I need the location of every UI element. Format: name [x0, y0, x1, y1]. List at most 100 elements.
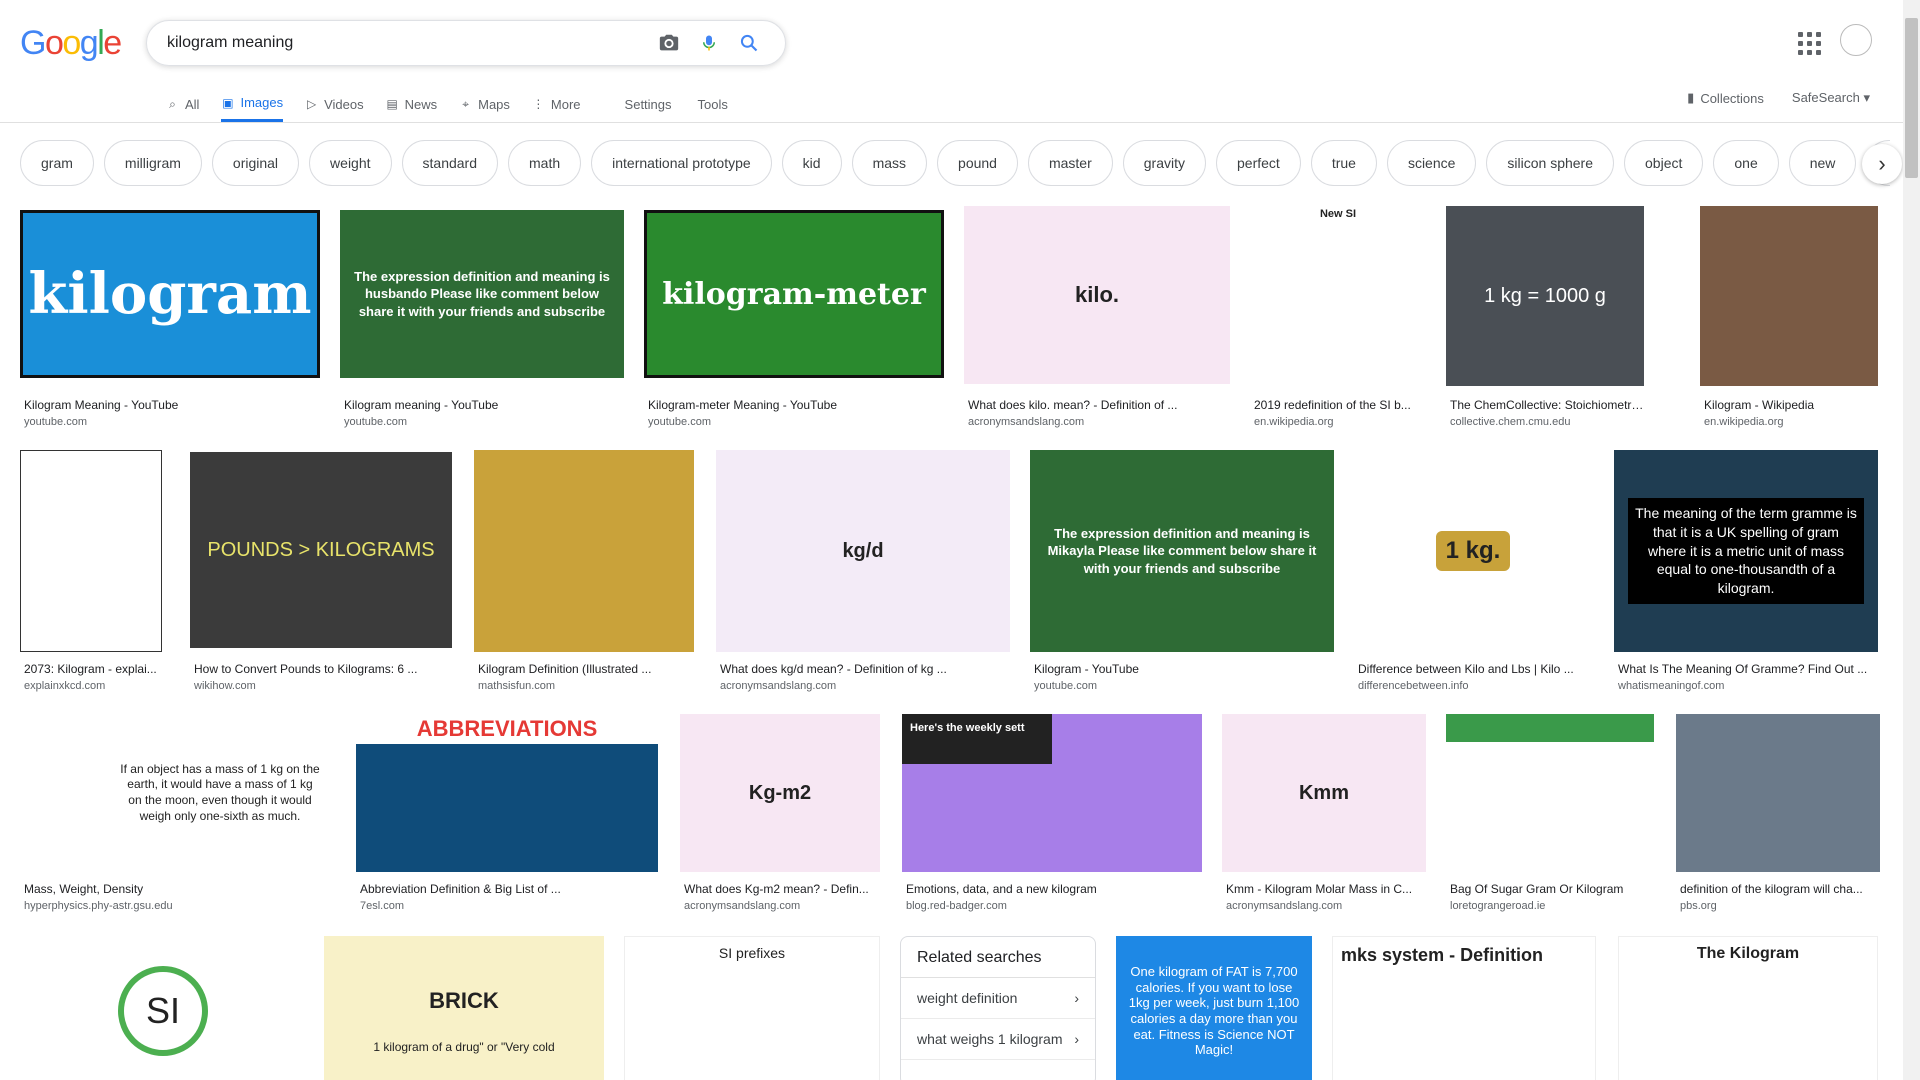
result-source: differencebetween.info — [1358, 680, 1469, 692]
camera-icon[interactable] — [649, 23, 689, 63]
chip[interactable]: kid — [781, 140, 842, 186]
thumb-text: ABBREVIATIONS — [356, 714, 658, 744]
image-result[interactable]: New SI 2019 redefinition of the SI b... … — [1250, 206, 1426, 440]
result-source: wikihow.com — [194, 680, 256, 692]
thumb-text: Kmm — [1298, 781, 1349, 804]
apps-grid-icon[interactable] — [1796, 30, 1821, 55]
image-result[interactable]: Kg-m2 What does Kg-m2 mean? - Defin... a… — [680, 714, 880, 914]
thumb-text: The expression definition and meaning is… — [1047, 525, 1317, 576]
vertical-scrollbar[interactable] — [1903, 0, 1920, 1080]
tab-news[interactable]: ▤ News — [386, 86, 437, 122]
chip[interactable]: master — [1027, 140, 1113, 186]
result-source: explainxkcd.com — [24, 680, 106, 692]
image-result[interactable]: Here's the weekly sett Emotions, data, a… — [902, 714, 1202, 914]
result-thumbnail — [1700, 206, 1878, 386]
tab-more[interactable]: ⋮ More — [532, 86, 580, 122]
collections-label: Collections — [1700, 90, 1764, 106]
image-result[interactable]: ABBREVIATIONS Abbreviation Definition & … — [356, 714, 658, 914]
image-result[interactable]: kilogram-meter Kilogram-meter Meaning - … — [644, 210, 944, 440]
tab-maps[interactable]: ⌖ Maps — [459, 86, 510, 122]
chip[interactable]: gravity — [1122, 140, 1206, 186]
chip[interactable]: math — [508, 140, 582, 186]
chip[interactable]: standard — [401, 140, 498, 186]
related-item[interactable]: what weighs 1 kilogram › — [901, 1019, 1095, 1060]
result-thumbnail: Kmm — [1222, 714, 1426, 872]
account-avatar[interactable] — [1840, 24, 1872, 56]
result-caption: What Is The Meaning Of Gramme? Find Out … — [1618, 662, 1868, 676]
chip[interactable]: mass — [851, 140, 928, 186]
image-result[interactable]: kilogram Kilogram Meaning - YouTube yout… — [20, 210, 320, 440]
image-result[interactable]: kg/d What does kg/d mean? - Definition o… — [716, 450, 1010, 696]
tools-link[interactable]: Tools — [698, 97, 728, 112]
image-result[interactable]: POUNDS > KILOGRAMS How to Convert Pounds… — [190, 452, 452, 696]
tab-images[interactable]: ▣ Images — [221, 86, 284, 122]
result-source: pbs.org — [1680, 900, 1717, 912]
chip[interactable]: silicon sphere — [1486, 140, 1615, 186]
tab-videos[interactable]: ▷ Videos — [305, 86, 364, 122]
scrollbar-thumb[interactable] — [1905, 18, 1918, 178]
chip[interactable]: true — [1310, 140, 1377, 186]
image-result[interactable]: Kilogram - Wikipedia en.wikipedia.org — [1700, 206, 1878, 440]
result-source: youtube.com — [648, 416, 711, 428]
thumb-text: 1 kg. — [1435, 531, 1511, 571]
result-thumbnail — [1446, 714, 1654, 872]
chip[interactable]: science — [1386, 140, 1477, 186]
more-icon: ⋮ — [532, 97, 545, 111]
chip[interactable]: milligram — [103, 140, 202, 186]
chip[interactable]: original — [211, 140, 300, 186]
image-result[interactable]: SI — [20, 936, 306, 1080]
image-result[interactable]: definition of the kilogram will cha... p… — [1676, 714, 1880, 914]
collections-link[interactable]: ▮ Collections — [1687, 90, 1764, 106]
chip[interactable]: weight — [309, 140, 392, 186]
logo-letter: G — [20, 24, 46, 62]
image-result[interactable]: 1 kg. Difference between Kilo and Lbs | … — [1354, 450, 1592, 696]
image-result[interactable]: If an object has a mass of 1 kg on the e… — [20, 714, 336, 914]
image-result[interactable]: The Kilogram — [1618, 936, 1878, 1080]
chip[interactable]: international prototype — [591, 140, 772, 186]
result-source: en.wikipedia.org — [1254, 416, 1334, 428]
chip[interactable]: pound — [937, 140, 1018, 186]
image-result[interactable]: One kilogram of FAT is 7,700 calories. I… — [1116, 936, 1312, 1080]
logo-letter: o — [62, 24, 81, 62]
related-label: what weighs 1 kilogram — [917, 1031, 1063, 1047]
image-result[interactable]: 2073: Kilogram - explai... explainxkcd.c… — [20, 450, 170, 696]
chevron-right-icon: › — [1074, 1031, 1079, 1047]
result-thumbnail: POUNDS > KILOGRAMS — [190, 452, 452, 648]
chip[interactable]: object — [1624, 140, 1704, 186]
image-result[interactable]: Kilogram Definition (Illustrated ... mat… — [474, 450, 694, 696]
safesearch-menu[interactable]: SafeSearch ▾ — [1792, 90, 1870, 106]
result-thumbnail: Here's the weekly sett — [902, 714, 1202, 872]
result-source: youtube.com — [344, 416, 407, 428]
settings-link[interactable]: Settings — [625, 97, 672, 112]
image-result[interactable]: 1 kg = 1000 g The ChemCollective: Stoich… — [1446, 206, 1644, 440]
image-result[interactable]: The expression definition and meaning is… — [1030, 450, 1334, 696]
chip[interactable]: one — [1713, 140, 1779, 186]
image-result[interactable]: Bag Of Sugar Gram Or Kilogram loretogran… — [1446, 714, 1654, 914]
image-result[interactable]: Kmm Kmm - Kilogram Molar Mass in C... ac… — [1222, 714, 1426, 914]
search-icon[interactable] — [729, 23, 769, 63]
tab-all[interactable]: ⌕ All — [166, 86, 199, 122]
image-result[interactable]: BRICK 1 kilogram of a drug" or "Very cold — [324, 936, 604, 1080]
result-caption: definition of the kilogram will cha... — [1680, 882, 1863, 896]
microphone-icon[interactable] — [689, 23, 729, 63]
thumb-text: kilo. — [1074, 282, 1119, 307]
image-result[interactable]: kilo. What does kilo. mean? - Definition… — [964, 206, 1230, 440]
safesearch-label: SafeSearch — [1791, 90, 1860, 105]
chevron-right-icon[interactable]: › — [1862, 144, 1902, 184]
thumb-text: New SI — [1319, 208, 1357, 220]
related-item[interactable]: weight definition › — [901, 978, 1095, 1019]
search-input[interactable] — [167, 34, 649, 52]
chip[interactable]: new — [1788, 140, 1857, 186]
image-result[interactable]: The meaning of the term gramme is that i… — [1614, 450, 1878, 696]
image-result[interactable]: The expression definition and meaning is… — [340, 210, 624, 440]
result-thumbnail — [20, 450, 162, 652]
image-result[interactable]: mks system - Definition — [1332, 936, 1596, 1080]
logo-letter: o — [44, 24, 64, 62]
chip[interactable]: perfect — [1216, 140, 1301, 186]
image-result[interactable]: SI prefixes — [624, 936, 880, 1080]
dropdown-icon: ▾ — [1863, 90, 1870, 105]
chip[interactable]: gram — [20, 140, 94, 186]
result-caption: Difference between Kilo and Lbs | Kilo .… — [1358, 662, 1574, 676]
thumb-text: Kg-m2 — [748, 781, 812, 804]
google-logo[interactable]: Google — [20, 24, 122, 63]
